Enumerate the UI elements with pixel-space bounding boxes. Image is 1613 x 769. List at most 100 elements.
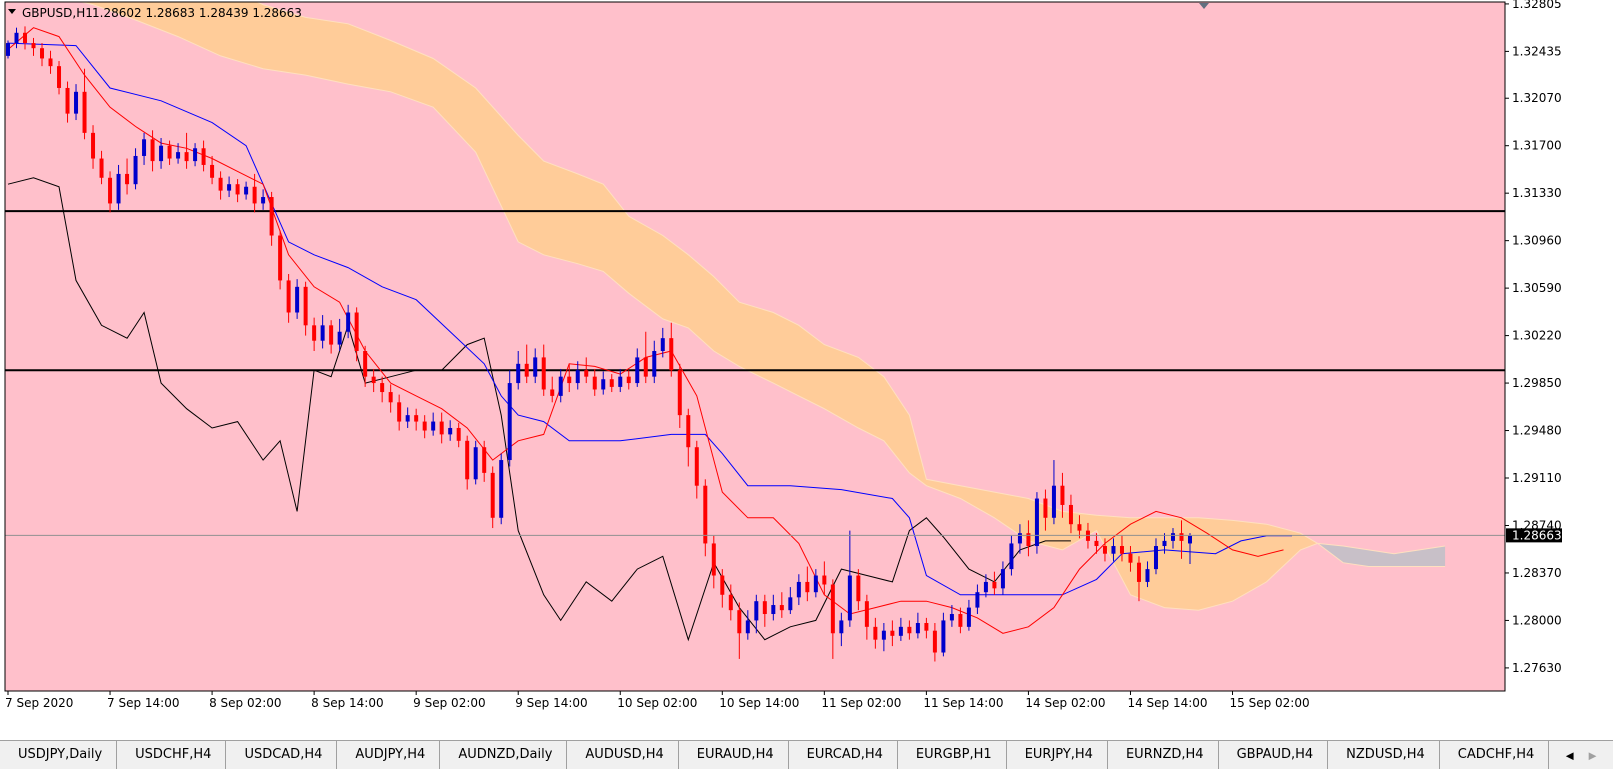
chart-tab[interactable]: AUDJPY,H4	[337, 741, 441, 769]
candle-body	[601, 379, 606, 390]
y-tick-label: 1.30960	[1512, 234, 1562, 248]
chart-tab[interactable]: USDCAD,H4	[226, 741, 338, 769]
candle-body	[235, 184, 240, 195]
chart-window[interactable]: 1.32805 1.32435 1.32070 1.31700 1.31330 1.309…	[0, 0, 1613, 740]
chart-tab[interactable]: EURGBP,H1	[898, 741, 1007, 769]
y-tick-label: 1.30220	[1512, 329, 1562, 343]
candle-body	[142, 139, 147, 156]
candle-body	[346, 312, 351, 332]
y-tick-label: 1.32070	[1512, 91, 1562, 105]
candle-body	[482, 447, 487, 473]
candle-body	[57, 66, 62, 88]
candle-body	[643, 357, 648, 377]
x-tick-label: 11 Sep 02:00	[821, 696, 901, 710]
candle-body	[354, 312, 359, 351]
chart-tab[interactable]: EURCAD,H4	[789, 741, 898, 769]
candle-body	[125, 173, 130, 185]
candle-body	[150, 139, 155, 162]
price-axis[interactable]: 1.32805 1.32435 1.32070 1.31700 1.31330 1.309…	[1505, 0, 1562, 675]
candle-body	[533, 357, 538, 377]
candle-body	[541, 357, 546, 390]
candle-body	[244, 186, 249, 195]
x-tick-label: 10 Sep 02:00	[617, 696, 697, 710]
candle-body	[465, 440, 470, 480]
chart-tab[interactable]: AUDNZD,Daily	[440, 741, 568, 769]
candle-body	[830, 584, 835, 634]
candle	[473, 440, 478, 485]
candle-body	[320, 325, 325, 341]
candle-body	[873, 626, 878, 640]
candle-body	[286, 280, 291, 313]
time-axis[interactable]: 7 Sep 2020 7 Sep 14:00 8 Sep 02:00 8 Sep 14…	[5, 691, 1310, 710]
candle-body	[686, 415, 691, 448]
candle-body	[65, 87, 70, 114]
chart-tab-bar: USDJPY,Daily USDCHF,H4 USDCAD,H4 AUDJPY,H4 A…	[0, 740, 1613, 769]
chart-tab[interactable]: GBPAUD,H4	[1219, 741, 1329, 769]
scroll-left-icon[interactable]: ◄	[1563, 748, 1576, 763]
candle-body	[1179, 533, 1184, 541]
candle-body	[796, 581, 801, 598]
candle-body	[210, 164, 215, 178]
candle-body	[1000, 569, 1005, 589]
candle-body	[890, 630, 895, 636]
candle-body	[405, 415, 410, 422]
candle-body	[201, 148, 206, 165]
candle-body	[14, 32, 19, 44]
candle-body	[677, 370, 682, 416]
candle-body	[839, 620, 844, 634]
candle-body	[473, 447, 478, 480]
candle-body	[159, 145, 164, 162]
candle-body	[728, 594, 733, 611]
candle-body	[295, 286, 300, 313]
candle-body	[6, 43, 10, 56]
x-tick-label: 7 Sep 14:00	[107, 696, 179, 710]
candle-body	[737, 610, 742, 634]
candle-body	[82, 91, 87, 133]
candle-body	[1009, 543, 1014, 570]
candle-body	[864, 601, 869, 627]
candle-body	[431, 421, 436, 431]
candle-body	[1128, 553, 1133, 563]
candle-body	[1162, 540, 1167, 547]
scroll-right-icon[interactable]: ►	[1586, 748, 1599, 763]
chart-tab[interactable]: USDJPY,Daily	[0, 741, 118, 769]
current-price-label: 1.28663	[1512, 528, 1562, 542]
candle-body	[711, 543, 716, 576]
chart-tab[interactable]: EURNZD,H4	[1108, 741, 1219, 769]
candle-body	[652, 350, 657, 377]
candle-body	[924, 622, 929, 631]
chart-tab[interactable]: EURAUD,H4	[679, 741, 789, 769]
candle-body	[1170, 533, 1175, 541]
candle-body	[422, 421, 427, 431]
y-tick-label: 1.27630	[1512, 661, 1562, 675]
candle-body	[779, 605, 784, 611]
candle-body	[218, 177, 223, 191]
candle-body	[1077, 524, 1082, 531]
candle-body	[516, 363, 521, 384]
candle-body	[74, 91, 79, 114]
chart-tab[interactable]: CADCHF,H4	[1440, 741, 1550, 769]
candle-body	[669, 338, 674, 371]
candle-body	[771, 605, 776, 615]
chart-tab[interactable]: EURJPY,H4	[1007, 741, 1108, 769]
candle-body	[1145, 569, 1150, 582]
candle-body	[116, 173, 121, 204]
candle-body	[660, 338, 665, 351]
candle-body	[269, 197, 274, 236]
chart-tab[interactable]: USDCHF,H4	[117, 741, 227, 769]
candle-body	[745, 620, 750, 634]
chart-tab[interactable]: NZDUSD,H4	[1328, 741, 1440, 769]
x-tick-label: 14 Sep 02:00	[1025, 696, 1105, 710]
x-tick-label: 14 Sep 14:00	[1127, 696, 1207, 710]
candle-body	[312, 325, 317, 341]
candle-body	[584, 370, 589, 377]
chart-tab[interactable]: AUDUSD,H4	[567, 741, 679, 769]
price-chart[interactable]: 1.32805 1.32435 1.32070 1.31700 1.31330 1.309…	[0, 0, 1613, 740]
candle-body	[558, 376, 563, 396]
candle-body	[1017, 533, 1022, 544]
candle-body	[626, 376, 631, 384]
x-tick-label: 8 Sep 14:00	[311, 696, 383, 710]
candle-body	[1043, 498, 1048, 518]
candle-body	[252, 186, 257, 204]
candle	[1034, 492, 1039, 554]
